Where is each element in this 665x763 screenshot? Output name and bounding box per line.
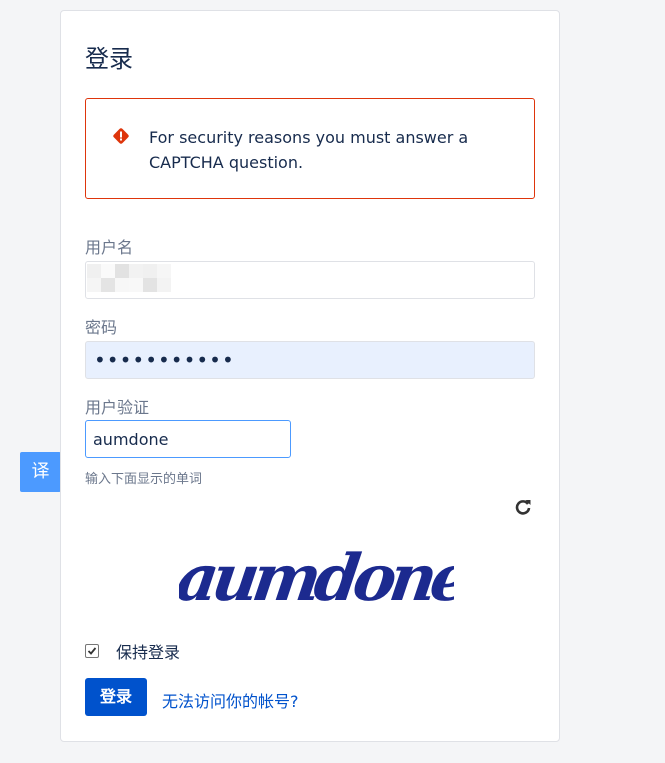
password-input[interactable] xyxy=(85,341,535,379)
remember-checkbox[interactable] xyxy=(85,644,99,658)
captcha-alert: For security reasons you must answer a C… xyxy=(85,98,535,199)
svg-text:aumdone: aumdone xyxy=(179,541,454,616)
remember-label: 保持登录 xyxy=(116,643,181,662)
alert-message: For security reasons you must answer a C… xyxy=(149,128,469,172)
captcha-input[interactable] xyxy=(85,420,291,458)
checkmark-icon xyxy=(87,647,97,655)
password-label: 密码 xyxy=(85,318,118,337)
login-card: 登录 For security reasons you must answer … xyxy=(60,10,560,742)
page-title: 登录 xyxy=(85,45,133,73)
login-button[interactable]: 登录 xyxy=(85,678,147,716)
translate-button[interactable]: 译 xyxy=(20,452,61,492)
error-icon xyxy=(113,128,129,144)
captcha-hint: 输入下面显示的单词 xyxy=(85,472,203,487)
remember-me[interactable]: 保持登录 xyxy=(85,639,180,663)
refresh-icon[interactable] xyxy=(513,497,533,517)
captcha-label: 用户验证 xyxy=(85,398,150,417)
username-label: 用户名 xyxy=(85,238,134,257)
redacted-username xyxy=(87,264,177,298)
captcha-image: aumdone xyxy=(179,541,454,616)
cant-access-account-link[interactable]: 无法访问你的帐号? xyxy=(162,688,299,712)
